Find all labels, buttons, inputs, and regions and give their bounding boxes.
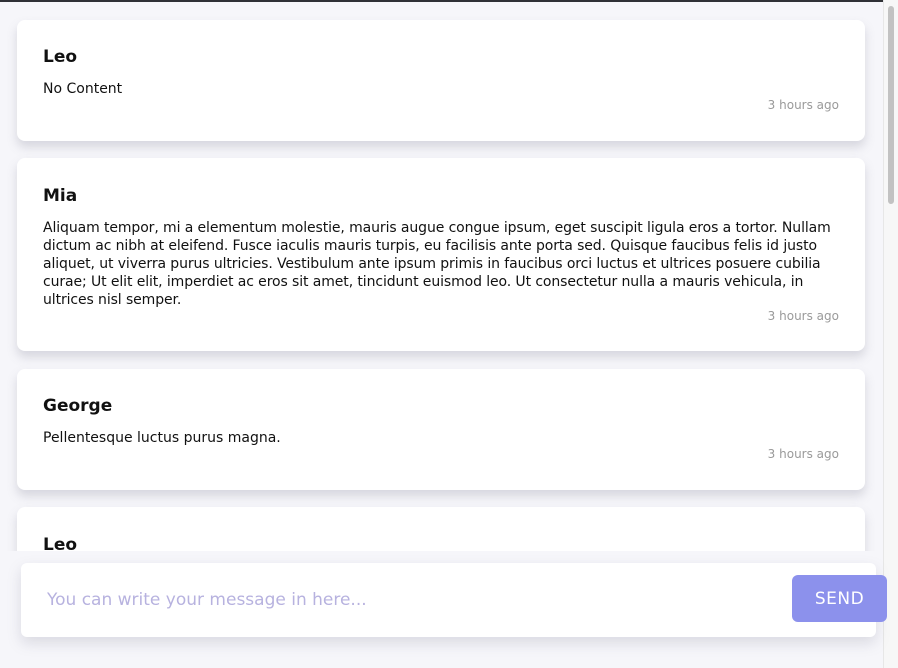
message-author: Leo: [43, 47, 78, 67]
scrollbar[interactable]: [883, 0, 898, 668]
message-timestamp: 3 hours ago: [767, 309, 839, 323]
message-card: George Pellentesque luctus purus magna. …: [17, 369, 865, 490]
message-card: Leo: [17, 507, 865, 551]
message-author: Mia: [43, 186, 78, 206]
message-composer: SEND: [21, 563, 887, 637]
message-content: Aliquam tempor, mi a elementum molestie,…: [43, 220, 831, 308]
message-card: Leo No Content 3 hours ago: [17, 20, 865, 141]
message-card: Mia Aliquam tempor, mi a elementum moles…: [17, 158, 865, 351]
message-timestamp: 3 hours ago: [767, 447, 839, 461]
chat-app: Leo No Content 3 hours ago Mia Aliquam t…: [0, 0, 898, 668]
message-feed[interactable]: Leo No Content 3 hours ago Mia Aliquam t…: [0, 0, 883, 551]
message-timestamp: 3 hours ago: [767, 98, 839, 112]
send-button[interactable]: SEND: [792, 575, 887, 622]
scrollbar-thumb[interactable]: [888, 6, 894, 204]
message-author: George: [43, 396, 113, 416]
message-content: Pellentesque luctus purus magna.: [43, 430, 281, 446]
message-content: No Content: [43, 81, 123, 97]
message-input[interactable]: [47, 585, 777, 615]
message-author: Leo: [43, 535, 78, 551]
